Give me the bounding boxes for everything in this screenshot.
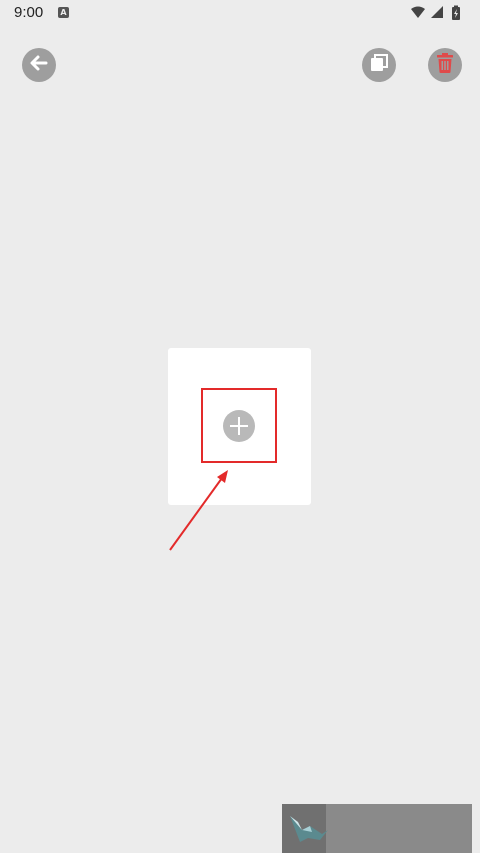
wifi-icon <box>411 6 425 18</box>
annotation-arrow <box>160 462 240 563</box>
copy-icon <box>369 53 389 78</box>
status-icons <box>410 5 466 21</box>
bird-image <box>290 816 328 842</box>
notification-icon: A <box>58 7 69 18</box>
signal-icon <box>431 6 443 18</box>
back-button[interactable] <box>22 48 56 82</box>
back-arrow-icon <box>28 52 50 79</box>
battery-charging-icon <box>452 5 460 20</box>
copy-button[interactable] <box>362 48 396 82</box>
status-bar: 9:00 A <box>0 0 480 26</box>
thumbnail-image <box>282 804 328 853</box>
thumbnail-preview[interactable] <box>282 804 472 853</box>
status-time: 9:00 <box>14 4 44 21</box>
trash-icon <box>435 52 455 79</box>
delete-button[interactable] <box>428 48 462 82</box>
add-button[interactable] <box>223 410 255 442</box>
